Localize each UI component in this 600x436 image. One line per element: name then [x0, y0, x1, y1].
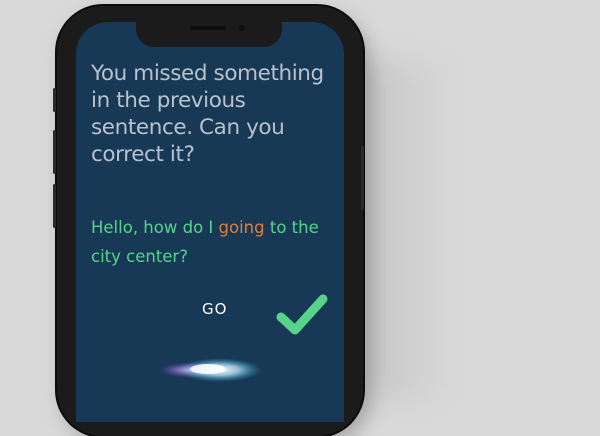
phone-notch — [136, 21, 282, 47]
sentence-before: Hello, how do I — [91, 218, 219, 237]
checkmark-icon[interactable] — [276, 291, 328, 339]
sentence-text: Hello, how do I going to the city center… — [91, 213, 331, 271]
front-camera — [238, 24, 246, 32]
earpiece-speaker — [190, 26, 226, 30]
power-button — [361, 146, 364, 210]
prompt-text: You missed something in the previous sen… — [91, 61, 324, 167]
sentence-error-word[interactable]: going — [219, 218, 265, 237]
siri-waveform-icon[interactable] — [92, 354, 326, 386]
volume-up-button — [53, 130, 56, 174]
mute-switch — [53, 88, 56, 112]
go-label[interactable]: GO — [202, 300, 227, 318]
volume-down-button — [53, 184, 56, 228]
